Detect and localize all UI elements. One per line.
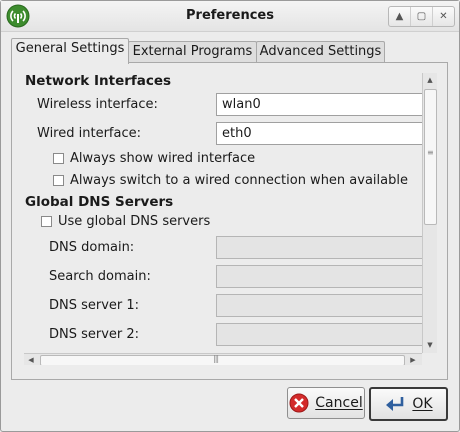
horizontal-scrollbar[interactable]: ◀ ||| ▶ xyxy=(24,353,422,365)
always-show-wired-label: Always show wired interface xyxy=(70,151,256,166)
general-settings-panel: Network Interfaces Wireless interface: w… xyxy=(11,62,448,380)
vertical-scroll-thumb[interactable]: ≡ xyxy=(424,89,437,225)
search-domain-input[interactable] xyxy=(216,265,422,288)
wired-interface-label: Wired interface: xyxy=(37,126,141,141)
always-switch-wired-label: Always switch to a wired connection when… xyxy=(70,173,408,188)
always-switch-wired-checkbox[interactable]: Always switch to a wired connection when… xyxy=(53,173,408,188)
title-bar[interactable]: Preferences ▲ ▢ ✕ xyxy=(1,1,459,32)
scroll-up-arrow-icon[interactable]: ▲ xyxy=(424,74,436,86)
close-icon[interactable]: ✕ xyxy=(433,7,454,26)
dns-server-2-input[interactable] xyxy=(216,323,422,346)
ok-button[interactable]: OK xyxy=(369,387,448,421)
settings-viewport: Network Interfaces Wireless interface: w… xyxy=(24,73,422,353)
cancel-icon xyxy=(289,393,309,413)
tab-general-settings[interactable]: General Settings xyxy=(11,38,129,64)
scroll-left-arrow-icon[interactable]: ◀ xyxy=(25,354,37,365)
dns-server-1-label: DNS server 1: xyxy=(49,298,140,313)
scroll-right-arrow-icon[interactable]: ▶ xyxy=(407,354,419,365)
dns-domain-input[interactable] xyxy=(216,236,422,259)
scroll-down-arrow-icon[interactable]: ▼ xyxy=(424,339,436,351)
tab-advanced-settings[interactable]: Advanced Settings xyxy=(256,41,385,63)
window-controls: ▲ ▢ ✕ xyxy=(388,6,455,27)
always-show-wired-checkbox[interactable]: Always show wired interface xyxy=(53,151,255,166)
dns-domain-label: DNS domain: xyxy=(49,240,135,255)
use-global-dns-label: Use global DNS servers xyxy=(58,214,211,229)
search-domain-label: Search domain: xyxy=(49,269,151,284)
dns-server-1-input[interactable] xyxy=(216,294,422,317)
grip-icon: ||| xyxy=(213,354,219,363)
horizontal-scroll-thumb[interactable]: ||| xyxy=(40,354,405,365)
checkbox-box[interactable] xyxy=(53,153,64,164)
checkbox-box[interactable] xyxy=(41,216,52,227)
cancel-button[interactable]: Cancel xyxy=(287,387,365,419)
wireless-interface-label: Wireless interface: xyxy=(37,97,158,112)
wired-interface-input[interactable]: eth0 xyxy=(216,122,422,145)
dns-server-2-label: DNS server 2: xyxy=(49,327,140,342)
network-interfaces-heading: Network Interfaces xyxy=(25,73,172,89)
cancel-label: Cancel xyxy=(315,395,363,411)
use-global-dns-checkbox[interactable]: Use global DNS servers xyxy=(41,214,210,229)
preferences-window: Preferences ▲ ▢ ✕ General Settings Exter… xyxy=(0,0,460,432)
vertical-scrollbar[interactable]: ▲ ≡ ▼ xyxy=(422,73,437,353)
wireless-interface-input[interactable]: wlan0 xyxy=(216,93,422,116)
ok-label: OK xyxy=(412,396,433,412)
tab-external-programs[interactable]: External Programs xyxy=(128,41,257,63)
grip-icon: ≡ xyxy=(427,148,434,157)
return-arrow-icon xyxy=(384,395,406,413)
global-dns-heading: Global DNS Servers xyxy=(25,194,174,210)
restore-icon[interactable]: ▢ xyxy=(411,7,433,26)
settings-scroll-area: Network Interfaces Wireless interface: w… xyxy=(24,73,438,365)
up-icon[interactable]: ▲ xyxy=(389,7,411,26)
checkbox-box[interactable] xyxy=(53,175,64,186)
